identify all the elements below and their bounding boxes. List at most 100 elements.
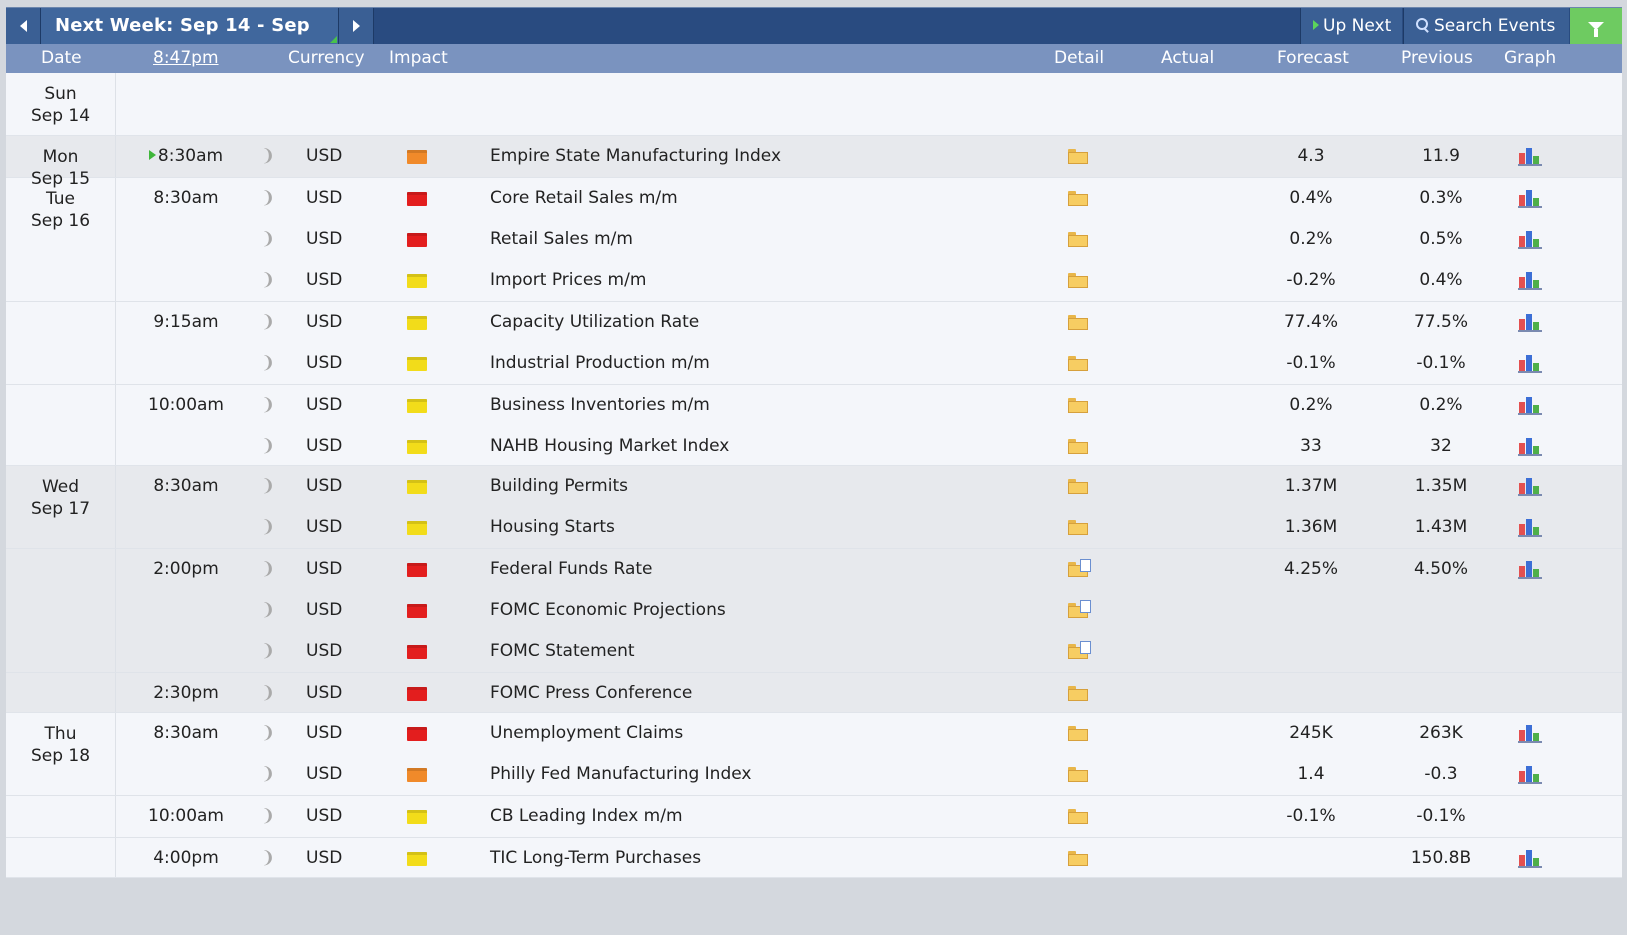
impact-icon[interactable]: [407, 687, 427, 701]
event-title[interactable]: Import Prices m/m: [490, 260, 646, 301]
event-title[interactable]: Empire State Manufacturing Index: [490, 136, 781, 177]
event-row[interactable]: 8:30am ❩ USD Core Retail Sales m/m 0.4% 0.3%: [6, 178, 1622, 219]
detail-folder-icon[interactable]: [1068, 356, 1088, 371]
event-row[interactable]: 8:30am ❩ USD Unemployment Claims 245K 263K: [6, 713, 1622, 754]
impact-icon[interactable]: [407, 521, 427, 535]
graph-icon[interactable]: [1518, 518, 1542, 537]
graph-icon[interactable]: [1518, 189, 1542, 208]
impact-icon[interactable]: [407, 852, 427, 866]
sound-alert-icon[interactable]: ❩: [258, 590, 278, 631]
sound-alert-icon[interactable]: ❩: [258, 260, 278, 301]
impact-icon[interactable]: [407, 563, 427, 577]
event-row[interactable]: ❩ USD Retail Sales m/m 0.2% 0.5%: [6, 219, 1622, 260]
detail-folder-icon[interactable]: [1068, 851, 1088, 866]
impact-icon[interactable]: [407, 274, 427, 288]
event-title[interactable]: Industrial Production m/m: [490, 343, 710, 384]
graph-icon[interactable]: [1518, 230, 1542, 249]
event-title[interactable]: Housing Starts: [490, 507, 615, 548]
detail-folder-icon[interactable]: [1068, 191, 1088, 206]
detail-folder-icon[interactable]: [1068, 559, 1091, 577]
event-title[interactable]: Business Inventories m/m: [490, 385, 710, 426]
event-title[interactable]: Unemployment Claims: [490, 713, 683, 754]
detail-folder-icon[interactable]: [1068, 686, 1088, 701]
event-title[interactable]: FOMC Economic Projections: [490, 590, 726, 631]
sound-alert-icon[interactable]: ❩: [258, 136, 278, 177]
graph-icon[interactable]: [1518, 765, 1542, 784]
next-week-button[interactable]: [338, 8, 374, 44]
event-row[interactable]: 8:30am ❩ USD Empire State Manufacturing Ind…: [6, 136, 1622, 177]
event-title[interactable]: FOMC Press Conference: [490, 673, 692, 714]
event-row[interactable]: 2:30pm ❩ USD FOMC Press Conference: [6, 672, 1622, 714]
event-title[interactable]: Building Permits: [490, 466, 628, 507]
graph-icon[interactable]: [1518, 396, 1542, 415]
graph-icon[interactable]: [1518, 849, 1542, 868]
detail-folder-icon[interactable]: [1068, 809, 1088, 824]
graph-icon[interactable]: [1518, 271, 1542, 290]
sound-alert-icon[interactable]: ❩: [258, 385, 278, 426]
event-row[interactable]: ❩ USD Industrial Production m/m -0.1% -0.1%: [6, 343, 1622, 384]
event-title[interactable]: Philly Fed Manufacturing Index: [490, 754, 751, 795]
detail-folder-icon[interactable]: [1068, 232, 1088, 247]
sound-alert-icon[interactable]: ❩: [258, 178, 278, 219]
event-row[interactable]: ❩ USD Import Prices m/m -0.2% 0.4%: [6, 260, 1622, 301]
detail-folder-icon[interactable]: [1068, 641, 1091, 659]
impact-icon[interactable]: [407, 768, 427, 782]
detail-folder-icon[interactable]: [1068, 315, 1088, 330]
graph-icon[interactable]: [1518, 560, 1542, 579]
previous-week-button[interactable]: [6, 8, 41, 44]
impact-icon[interactable]: [407, 810, 427, 824]
impact-icon[interactable]: [407, 357, 427, 371]
graph-icon[interactable]: [1518, 437, 1542, 456]
sound-alert-icon[interactable]: ❩: [258, 796, 278, 837]
event-row[interactable]: ❩ USD FOMC Statement: [6, 631, 1622, 672]
event-title[interactable]: Core Retail Sales m/m: [490, 178, 678, 219]
graph-icon[interactable]: [1518, 354, 1542, 373]
graph-icon[interactable]: [1518, 724, 1542, 743]
sound-alert-icon[interactable]: ❩: [258, 426, 278, 467]
sound-alert-icon[interactable]: ❩: [258, 631, 278, 672]
event-row[interactable]: ❩ USD NAHB Housing Market Index 33 32: [6, 426, 1622, 467]
detail-folder-icon[interactable]: [1068, 439, 1088, 454]
detail-folder-icon[interactable]: [1068, 398, 1088, 413]
impact-icon[interactable]: [407, 192, 427, 206]
impact-icon[interactable]: [407, 645, 427, 659]
event-title[interactable]: TIC Long-Term Purchases: [490, 838, 701, 879]
detail-folder-icon[interactable]: [1068, 149, 1088, 164]
event-row[interactable]: 8:30am ❩ USD Building Permits 1.37M 1.35M: [6, 466, 1622, 507]
impact-icon[interactable]: [407, 604, 427, 618]
sound-alert-icon[interactable]: ❩: [258, 713, 278, 754]
sound-alert-icon[interactable]: ❩: [258, 302, 278, 343]
sound-alert-icon[interactable]: ❩: [258, 343, 278, 384]
impact-icon[interactable]: [407, 233, 427, 247]
current-time-link[interactable]: 8:47pm: [153, 44, 219, 73]
impact-icon[interactable]: [407, 440, 427, 454]
graph-icon[interactable]: [1518, 477, 1542, 496]
event-title[interactable]: Retail Sales m/m: [490, 219, 633, 260]
impact-icon[interactable]: [407, 399, 427, 413]
impact-icon[interactable]: [407, 316, 427, 330]
sound-alert-icon[interactable]: ❩: [258, 466, 278, 507]
event-row[interactable]: ❩ USD Housing Starts 1.36M 1.43M: [6, 507, 1622, 548]
graph-icon[interactable]: [1518, 313, 1542, 332]
graph-icon[interactable]: [1518, 147, 1542, 166]
sound-alert-icon[interactable]: ❩: [258, 754, 278, 795]
impact-icon[interactable]: [407, 150, 427, 164]
sound-alert-icon[interactable]: ❩: [258, 673, 278, 714]
detail-folder-icon[interactable]: [1068, 767, 1088, 782]
event-row[interactable]: 4:00pm ❩ USD TIC Long-Term Purchases 150.8B: [6, 837, 1622, 879]
filter-button[interactable]: [1570, 8, 1622, 44]
event-row[interactable]: 2:00pm ❩ USD Federal Funds Rate 4.25% 4.50%: [6, 548, 1622, 590]
impact-icon[interactable]: [407, 480, 427, 494]
event-row[interactable]: 10:00am ❩ USD CB Leading Index m/m -0.1% -0.1…: [6, 795, 1622, 837]
impact-icon[interactable]: [407, 727, 427, 741]
event-title[interactable]: CB Leading Index m/m: [490, 796, 683, 837]
detail-folder-icon[interactable]: [1068, 600, 1091, 618]
sound-alert-icon[interactable]: ❩: [258, 838, 278, 879]
event-row[interactable]: 9:15am ❩ USD Capacity Utilization Rate 77.4%…: [6, 301, 1622, 343]
sound-alert-icon[interactable]: ❩: [258, 507, 278, 548]
event-title[interactable]: Capacity Utilization Rate: [490, 302, 699, 343]
sound-alert-icon[interactable]: ❩: [258, 549, 278, 590]
search-events-button[interactable]: Search Events: [1403, 8, 1569, 44]
event-row[interactable]: ❩ USD Philly Fed Manufacturing Index 1.4 -0.…: [6, 754, 1622, 795]
detail-folder-icon[interactable]: [1068, 273, 1088, 288]
